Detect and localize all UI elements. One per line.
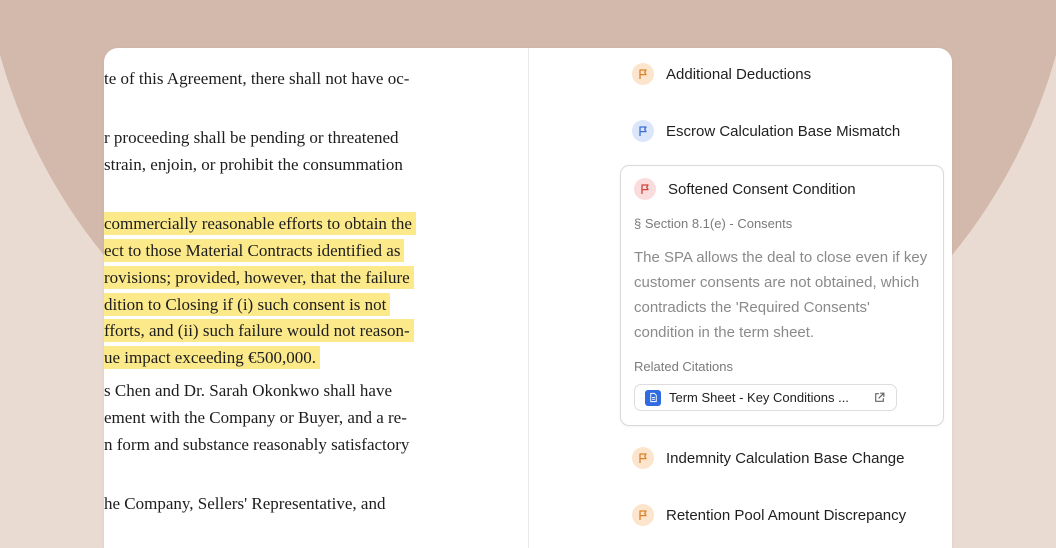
- doc-line-highlighted[interactable]: fforts, and (ii) such failure would not …: [104, 319, 414, 342]
- issue-item[interactable]: Additional Deductions: [632, 63, 811, 85]
- flag-icon: [632, 63, 654, 85]
- doc-line: r proceeding shall be pending or threate…: [104, 128, 399, 147]
- issue-card-header: Softened Consent Condition: [634, 178, 856, 200]
- related-citations-label: Related Citations: [634, 359, 733, 374]
- doc-line-highlighted[interactable]: rovisions; provided, however, that the f…: [104, 266, 414, 289]
- flag-icon: [632, 447, 654, 469]
- citation-chip[interactable]: Term Sheet - Key Conditions ...: [634, 384, 897, 411]
- issue-title: Softened Consent Condition: [668, 180, 856, 198]
- citation-label: Term Sheet - Key Conditions ...: [669, 390, 849, 405]
- issues-panel: Additional Deductions Escrow Calculation…: [529, 48, 952, 548]
- doc-line-highlighted[interactable]: ue impact exceeding €500,000.: [104, 346, 320, 369]
- flag-icon: [632, 120, 654, 142]
- doc-line: s Chen and Dr. Sarah Okonkwo shall have: [104, 381, 393, 400]
- external-link-icon[interactable]: [873, 391, 886, 404]
- issue-item[interactable]: Escrow Calculation Base Mismatch: [632, 120, 900, 142]
- issue-description: The SPA allows the deal to close even if…: [634, 249, 928, 341]
- review-window: te of this Agreement, there shall not ha…: [104, 48, 952, 548]
- issue-title: Retention Pool Amount Discrepancy: [666, 506, 907, 524]
- document-pane: te of this Agreement, there shall not ha…: [104, 48, 528, 548]
- issue-title: Escrow Calculation Base Mismatch: [666, 122, 901, 140]
- doc-line: n form and substance reasonably satisfac…: [104, 435, 410, 454]
- doc-line: ement with the Company or Buyer, and a r…: [104, 408, 407, 427]
- flag-icon: [632, 504, 654, 526]
- document-icon: [645, 389, 661, 406]
- issue-item[interactable]: Retention Pool Amount Discrepancy: [632, 504, 906, 526]
- doc-line: he Company, Sellers' Representative, and: [104, 494, 386, 513]
- issue-title: Additional Deductions: [666, 65, 812, 83]
- doc-line: strain, enjoin, or prohibit the consumma…: [104, 155, 403, 174]
- issue-title: Indemnity Calculation Base Change: [666, 449, 905, 467]
- doc-line-highlighted[interactable]: dition to Closing if (i) such consent is…: [104, 293, 391, 316]
- doc-line: te of this Agreement, there shall not ha…: [104, 69, 410, 88]
- flag-icon: [634, 178, 656, 200]
- issue-item[interactable]: Indemnity Calculation Base Change: [632, 447, 904, 469]
- issue-card-expanded[interactable]: Softened Consent Condition § Section 8.1…: [620, 165, 944, 426]
- section-reference: § Section 8.1(e) - Consents: [634, 216, 793, 231]
- doc-line-highlighted[interactable]: commercially reasonable efforts to obtai…: [104, 212, 416, 235]
- doc-line-highlighted[interactable]: ect to those Material Contracts identifi…: [104, 239, 405, 262]
